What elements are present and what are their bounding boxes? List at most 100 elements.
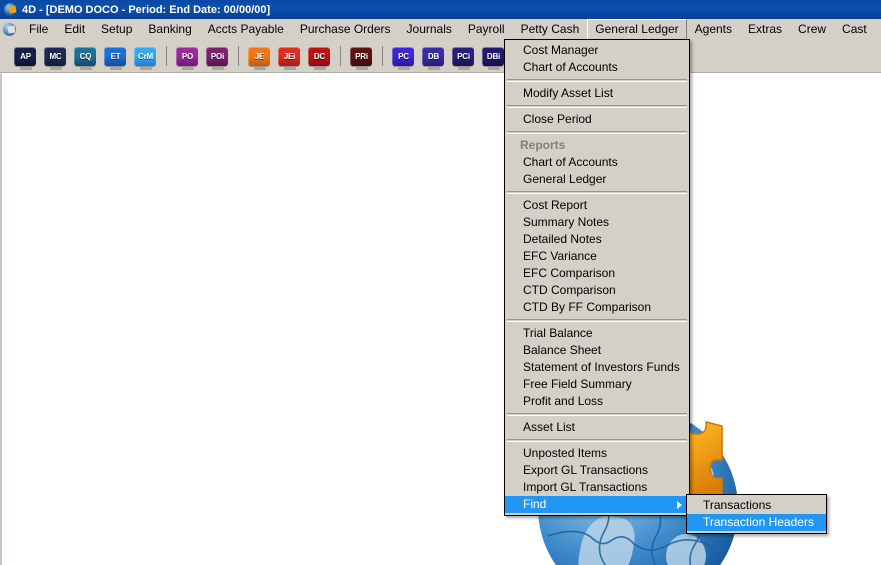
toolbar-button-label: POi (210, 51, 225, 61)
window-title: 4D - [DEMO DOCO - Period: End Date: 00/0… (22, 3, 271, 16)
menu-item-balance-sheet[interactable]: Balance Sheet (505, 342, 689, 359)
toolbar-separator (382, 46, 383, 66)
menu-item-import-gl-transactions[interactable]: Import GL Transactions (505, 479, 689, 496)
menu-separator (507, 439, 687, 442)
menu-item-ctd-by-ff-comparison[interactable]: CTD By FF Comparison (505, 299, 689, 316)
menubar-item-all-employees[interactable]: All Employees (875, 19, 881, 40)
menu-item-ctd-comparison[interactable]: CTD Comparison (505, 282, 689, 299)
toolbar-button-ap[interactable]: AP (14, 46, 36, 70)
menu-item-asset-list[interactable]: Asset List (505, 419, 689, 436)
toolbar-button-dc[interactable]: DC (308, 46, 330, 70)
menubar-item-banking[interactable]: Banking (140, 19, 199, 40)
general-ledger-dropdown-menu[interactable]: Cost Manager Chart of Accounts Modify Asse… (504, 39, 690, 516)
submenu-arrow-icon (677, 501, 682, 509)
toolbar-button-cq[interactable]: CQ (74, 46, 96, 70)
menu-bar: File Edit Setup Banking Accts Payable Purchas… (0, 19, 881, 40)
toolbar: AP MC CQ ET CrM PO POi JE JEi DC PRi PC DB PCi DBi (0, 40, 881, 73)
menu-item-profit-and-loss[interactable]: Profit and Loss (505, 393, 689, 410)
menubar-item-setup[interactable]: Setup (93, 19, 140, 40)
menu-item-label: Export GL Transactions (523, 463, 648, 477)
menu-item-label: Cost Report (523, 198, 588, 212)
toolbar-separator (340, 46, 341, 66)
menu-separator (507, 319, 687, 322)
toolbar-button-db[interactable]: DB (422, 46, 444, 70)
menu-item-find[interactable]: Find (505, 496, 689, 513)
toolbar-button-label: PC (398, 51, 409, 61)
toolbar-button-label: CQ (79, 51, 92, 61)
menu-item-label: EFC Variance (523, 249, 597, 263)
client-area (0, 73, 881, 565)
toolbar-button-mc[interactable]: MC (44, 46, 66, 70)
submenu-item-transactions[interactable]: Transactions (687, 497, 826, 514)
menu-item-unposted-items[interactable]: Unposted Items (505, 445, 689, 462)
toolbar-separator (166, 46, 167, 66)
menu-item-label: CTD By FF Comparison (523, 300, 652, 314)
menubar-item-cast[interactable]: Cast (834, 19, 875, 40)
globe-puzzle-icon (3, 2, 18, 17)
menu-item-label: Import GL Transactions (523, 480, 648, 494)
menu-item-detailed-notes[interactable]: Detailed Notes (505, 231, 689, 248)
menu-item-label: Chart of Accounts (523, 60, 618, 74)
toolbar-button-po[interactable]: PO (176, 46, 198, 70)
menu-separator (507, 79, 687, 82)
menu-item-label: Reports (520, 138, 566, 152)
menu-item-general-ledger[interactable]: General Ledger (505, 171, 689, 188)
menu-item-modify-asset-list[interactable]: Modify Asset List (505, 85, 689, 102)
toolbar-button-label: DC (313, 51, 326, 61)
menu-separator (507, 191, 687, 194)
menu-item-label: Close Period (523, 112, 592, 126)
menubar-item-payroll[interactable]: Payroll (460, 19, 513, 40)
toolbar-button-crm[interactable]: CrM (134, 46, 156, 70)
toolbar-button-pri[interactable]: PRi (350, 46, 372, 70)
toolbar-button-poi[interactable]: POi (206, 46, 228, 70)
menu-item-summary-notes[interactable]: Summary Notes (505, 214, 689, 231)
toolbar-button-je[interactable]: JE (248, 46, 270, 70)
menu-item-efc-comparison[interactable]: EFC Comparison (505, 265, 689, 282)
menu-item-chart-of-accounts[interactable]: Chart of Accounts (505, 59, 689, 76)
menu-separator (507, 413, 687, 416)
toolbar-button-label: JEi (283, 51, 296, 61)
menu-item-label: Cost Manager (523, 43, 599, 57)
toolbar-button-pc[interactable]: PC (392, 46, 414, 70)
menubar-item-file[interactable]: File (21, 19, 56, 40)
menu-item-free-field-summary[interactable]: Free Field Summary (505, 376, 689, 393)
menu-item-label: Summary Notes (523, 215, 610, 229)
toolbar-button-pci[interactable]: PCi (452, 46, 474, 70)
menubar-item-crew[interactable]: Crew (790, 19, 834, 40)
submenu-item-transaction-headers[interactable]: Transaction Headers (687, 514, 826, 531)
menubar-item-edit[interactable]: Edit (56, 19, 93, 40)
menu-item-cost-manager[interactable]: Cost Manager (505, 42, 689, 59)
menubar-item-extras[interactable]: Extras (740, 19, 790, 40)
toolbar-button-et[interactable]: ET (104, 46, 126, 70)
menu-item-label: Unposted Items (523, 446, 608, 460)
menu-separator (507, 105, 687, 108)
menu-item-cost-report[interactable]: Cost Report (505, 197, 689, 214)
menubar-item-petty-cash[interactable]: Petty Cash (513, 19, 588, 40)
toolbar-button-label: JE (254, 51, 265, 61)
find-submenu[interactable]: Transactions Transaction Headers (686, 494, 827, 534)
menu-item-efc-variance[interactable]: EFC Variance (505, 248, 689, 265)
menu-item-trial-balance[interactable]: Trial Balance (505, 325, 689, 342)
menu-item-statement-of-investors-funds[interactable]: Statement of Investors Funds (505, 359, 689, 376)
toolbar-button-label: MC (49, 51, 62, 61)
menu-item-label: Free Field Summary (523, 377, 632, 391)
toolbar-button-label: PCi (457, 51, 470, 61)
application-window: 4D - [DEMO DOCO - Period: End Date: 00/0… (0, 0, 881, 565)
menu-item-label: EFC Comparison (523, 266, 616, 280)
menubar-item-purchase-orders[interactable]: Purchase Orders (292, 19, 399, 40)
menu-item-label: Detailed Notes (523, 232, 602, 246)
toolbar-button-label: ET (110, 51, 121, 61)
menubar-item-accts-payable[interactable]: Accts Payable (200, 19, 292, 40)
menu-item-label: Asset List (523, 420, 576, 434)
toolbar-button-jei[interactable]: JEi (278, 46, 300, 70)
menu-item-close-period[interactable]: Close Period (505, 111, 689, 128)
menu-item-label: General Ledger (523, 172, 607, 186)
menu-item-chart-of-accounts[interactable]: Chart of Accounts (505, 154, 689, 171)
menubar-item-agents[interactable]: Agents (687, 19, 740, 40)
menu-item-export-gl-transactions[interactable]: Export GL Transactions (505, 462, 689, 479)
toolbar-button-dbi[interactable]: DBi (482, 46, 504, 70)
menu-item-label: CTD Comparison (523, 283, 616, 297)
menu-item-label: Find (523, 497, 547, 511)
menubar-item-journals[interactable]: Journals (399, 19, 460, 40)
menubar-item-general-ledger[interactable]: General Ledger (587, 19, 687, 40)
